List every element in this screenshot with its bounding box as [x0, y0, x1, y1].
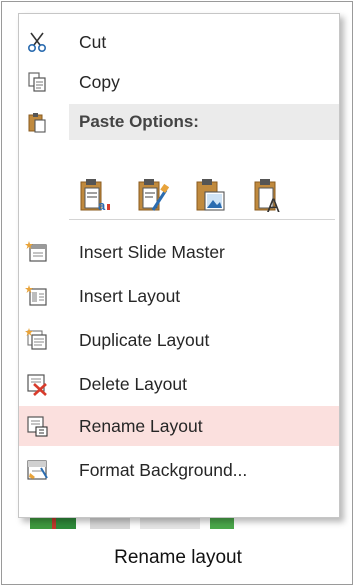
- paste-picture-button[interactable]: [193, 176, 227, 214]
- slide-thumbnail-strip: [30, 517, 320, 529]
- paste-keep-source-formatting-button[interactable]: [135, 176, 169, 214]
- menu-item-insert-layout[interactable]: Insert Layout: [19, 276, 339, 316]
- menu-item-label: Delete Layout: [79, 373, 187, 394]
- svg-text:a: a: [98, 198, 106, 213]
- paste-use-destination-theme-button[interactable]: a: [77, 176, 111, 214]
- menu-item-format-background[interactable]: Format Background...: [19, 450, 339, 490]
- menu-item-duplicate-layout[interactable]: Duplicate Layout: [19, 320, 339, 360]
- paste-options-header: Paste Options:: [19, 102, 339, 142]
- delete-layout-icon: [25, 372, 49, 396]
- menu-separator: [69, 219, 335, 220]
- menu-item-label: Rename Layout: [79, 415, 203, 436]
- paste-keep-text-only-button[interactable]: A: [251, 176, 285, 214]
- insert-slide-master-icon: [25, 240, 49, 264]
- duplicate-layout-icon: [25, 328, 49, 352]
- menu-item-label: Cut: [79, 31, 107, 52]
- rename-layout-icon: [25, 414, 49, 438]
- menu-item-label: Copy: [79, 71, 120, 92]
- menu-item-label: Insert Layout: [79, 285, 181, 306]
- menu-item-rename-layout[interactable]: Rename Layout: [19, 406, 339, 446]
- menu-item-label: Format Background...: [79, 459, 248, 480]
- paste-keep-text-only-icon: A: [251, 176, 285, 214]
- paste-options-row: a A: [77, 176, 317, 216]
- screenshot-frame: Rename layout Cut Copy Paste Options: a …: [1, 1, 353, 585]
- clipboard-icon: [25, 110, 49, 134]
- menu-item-delete-layout[interactable]: Delete Layout: [19, 364, 339, 404]
- section-label: Paste Options:: [79, 112, 199, 131]
- menu-item-copy[interactable]: Copy: [19, 62, 339, 102]
- insert-layout-icon: [25, 284, 49, 308]
- format-background-icon: [25, 458, 49, 482]
- context-menu: Cut Copy Paste Options: a A Insert Slide…: [18, 13, 340, 518]
- copy-icon: [25, 70, 49, 94]
- svg-text:A: A: [267, 196, 280, 214]
- menu-item-label: Duplicate Layout: [79, 329, 210, 350]
- scissors-icon: [25, 30, 49, 54]
- menu-item-insert-slide-master[interactable]: Insert Slide Master: [19, 232, 339, 272]
- caption: Rename layout: [114, 547, 242, 568]
- paste-keep-source-formatting-icon: [135, 176, 169, 214]
- menu-item-label: Insert Slide Master: [79, 241, 225, 262]
- paste-use-destination-theme-icon: a: [77, 176, 111, 214]
- menu-item-cut[interactable]: Cut: [19, 22, 339, 62]
- paste-picture-icon: [193, 176, 227, 214]
